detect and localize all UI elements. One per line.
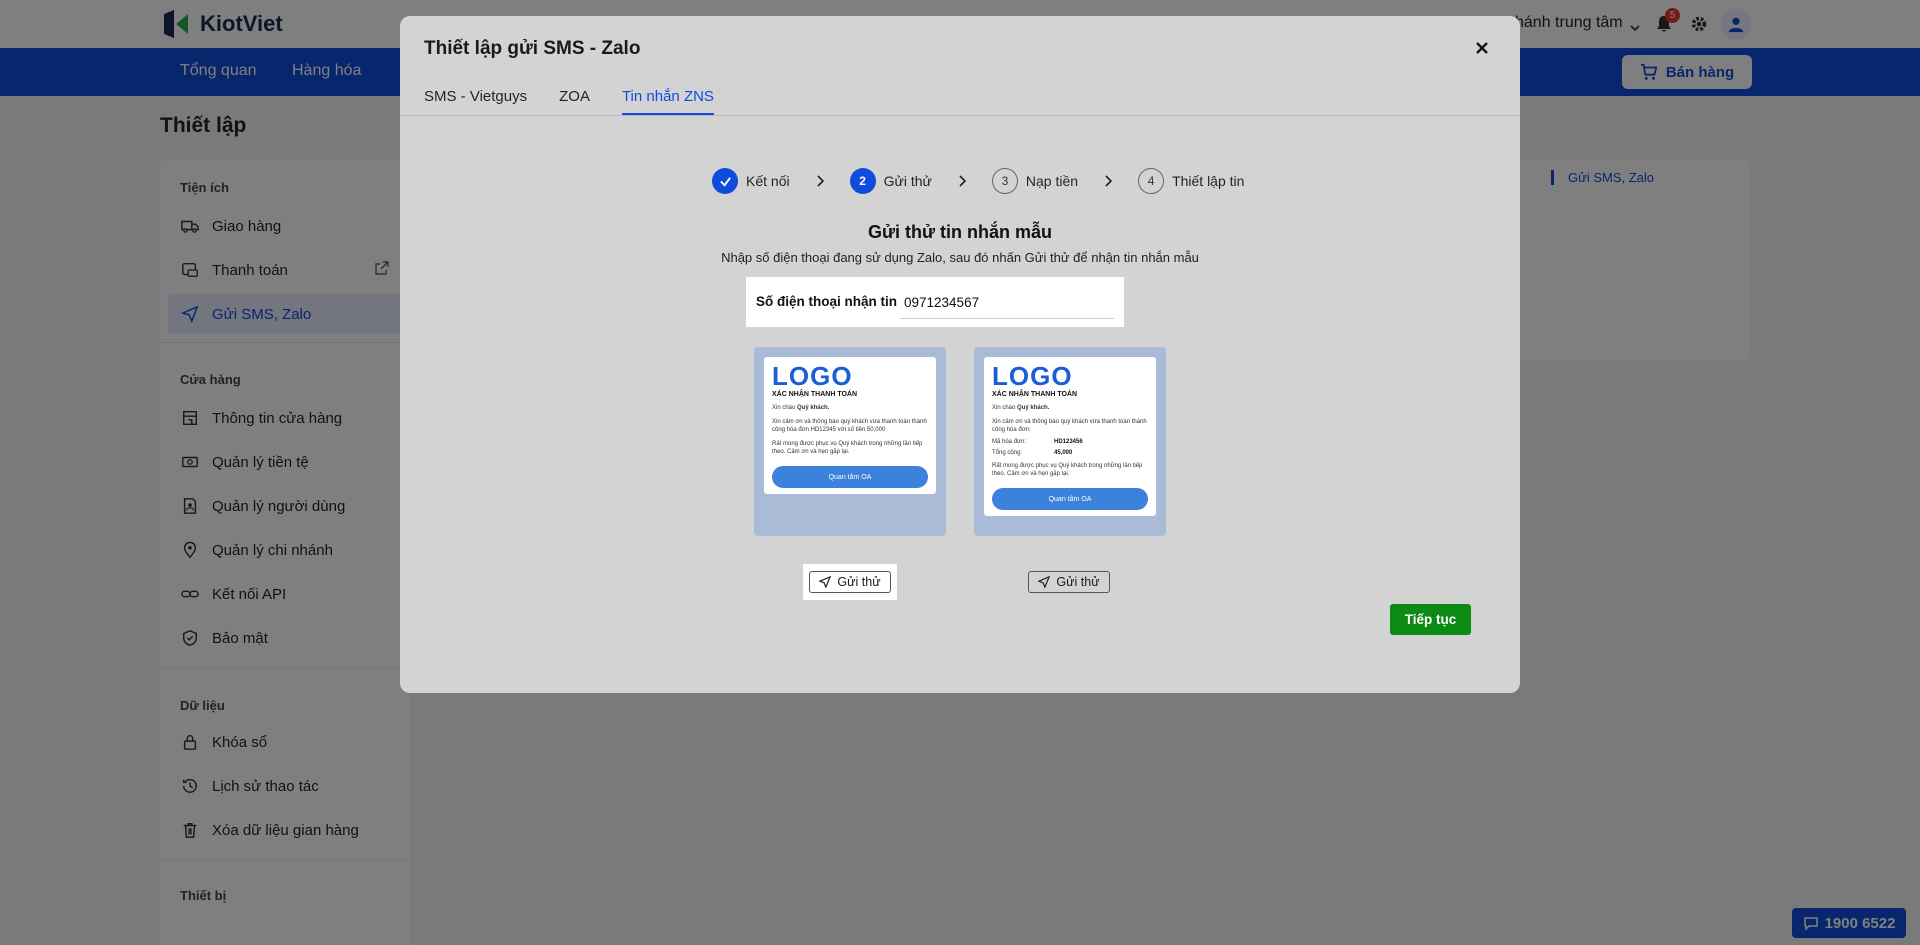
chevron-right-icon: [816, 175, 824, 187]
close-button[interactable]: [1470, 36, 1494, 60]
template-card: LOGO XÁC NHẬN THANH TOÁN Xin chào Quý kh…: [984, 357, 1156, 516]
send-test-label: Gửi thử: [837, 575, 881, 589]
send-test-wrap-1: Gửi thử: [803, 564, 897, 600]
step-number: 2: [849, 168, 876, 194]
template-logo: LOGO: [992, 361, 1073, 391]
tab-divider: [400, 115, 1520, 116]
phone-input[interactable]: [900, 287, 1114, 319]
step-top-up: 3 Nạp tiền: [991, 168, 1079, 194]
template-preview-1: LOGO XÁC NHẬN THANH TOÁN Xin chào Quý kh…: [754, 347, 946, 536]
tab-sms-vietguys[interactable]: SMS - Vietguys: [424, 88, 527, 115]
section-heading: Gửi thử tin nhắn mẫu: [867, 222, 1053, 242]
template-follow-button: Quan tâm OA: [992, 488, 1148, 510]
phone-label: Số điện thoại nhận tin: [756, 294, 897, 309]
send-icon: [819, 576, 832, 588]
step-connect: Kết nối: [712, 168, 790, 194]
template-closing: Rất mong được phục vụ Quý khách trong nh…: [772, 441, 923, 455]
step-send-test: 2 Gửi thử: [849, 168, 932, 194]
tab-zns[interactable]: Tin nhắn ZNS: [621, 88, 714, 115]
template-subtitle: XÁC NHẬN THANH TOÁN: [772, 391, 858, 398]
send-icon: [1038, 576, 1051, 588]
template-greeting: Xin chào Quý khách.: [772, 405, 830, 411]
step-number: 3: [991, 168, 1018, 194]
template-preview-2: LOGO XÁC NHẬN THANH TOÁN Xin chào Quý kh…: [974, 347, 1166, 536]
template-card: LOGO XÁC NHẬN THANH TOÁN Xin chào Quý kh…: [764, 357, 936, 494]
template-follow-button: Quan tâm OA: [772, 466, 928, 488]
template-body: Xin cảm ơn và thông báo quý khách vừa th…: [992, 419, 1147, 433]
send-test-label: Gửi thử: [1056, 575, 1100, 589]
sms-zalo-settings-modal: Thiết lập gửi SMS - Zalo SMS - Vietguys …: [400, 16, 1520, 693]
template-invoice-row: Mã hóa đơn: HD123456: [992, 439, 1083, 445]
template-logo: LOGO: [772, 361, 853, 391]
send-test-wrap-2: Gửi thử: [1022, 564, 1116, 600]
template-total-row: Tổng cộng: 45,000: [992, 450, 1073, 456]
template-body: Xin cảm ơn và thông báo quý khách vừa th…: [772, 419, 927, 433]
tab-zoa[interactable]: ZOA: [559, 88, 590, 115]
modal-tabs: SMS - Vietguys ZOA Tin nhắn ZNS: [424, 88, 714, 115]
step-label: Thiết lập tin: [1172, 173, 1245, 189]
step-label: Nạp tiền: [1025, 173, 1079, 189]
step-label: Kết nối: [746, 173, 790, 189]
check-icon: [712, 168, 738, 194]
progress-stepper: Kết nối 2 Gửi thử 3 Nạp tiền 4 Thiết lập…: [712, 168, 1244, 194]
modal-title: Thiết lập gửi SMS - Zalo: [424, 38, 641, 59]
phone-field-group: Số điện thoại nhận tin: [746, 277, 1124, 327]
chevron-right-icon: [1104, 175, 1113, 187]
continue-button[interactable]: Tiếp tục: [1390, 604, 1471, 635]
step-number: 4: [1138, 168, 1165, 194]
section-subheading: Nhập số điện thoại đang sử dụng Zalo, sa…: [721, 250, 1199, 265]
step-message-setup: 4 Thiết lập tin: [1138, 168, 1244, 194]
template-greeting: Xin chào Quý khách.: [992, 405, 1050, 411]
close-icon: [1476, 42, 1488, 54]
chevron-right-icon: [958, 175, 966, 187]
template-subtitle: XÁC NHẬN THANH TOÁN: [992, 391, 1078, 398]
step-label: Gửi thử: [883, 173, 932, 189]
template-closing: Rất mong được phục vụ Quý khách trong nh…: [992, 463, 1143, 477]
send-test-button-1[interactable]: Gửi thử: [809, 571, 891, 593]
send-test-button-2[interactable]: Gửi thử: [1028, 571, 1110, 593]
